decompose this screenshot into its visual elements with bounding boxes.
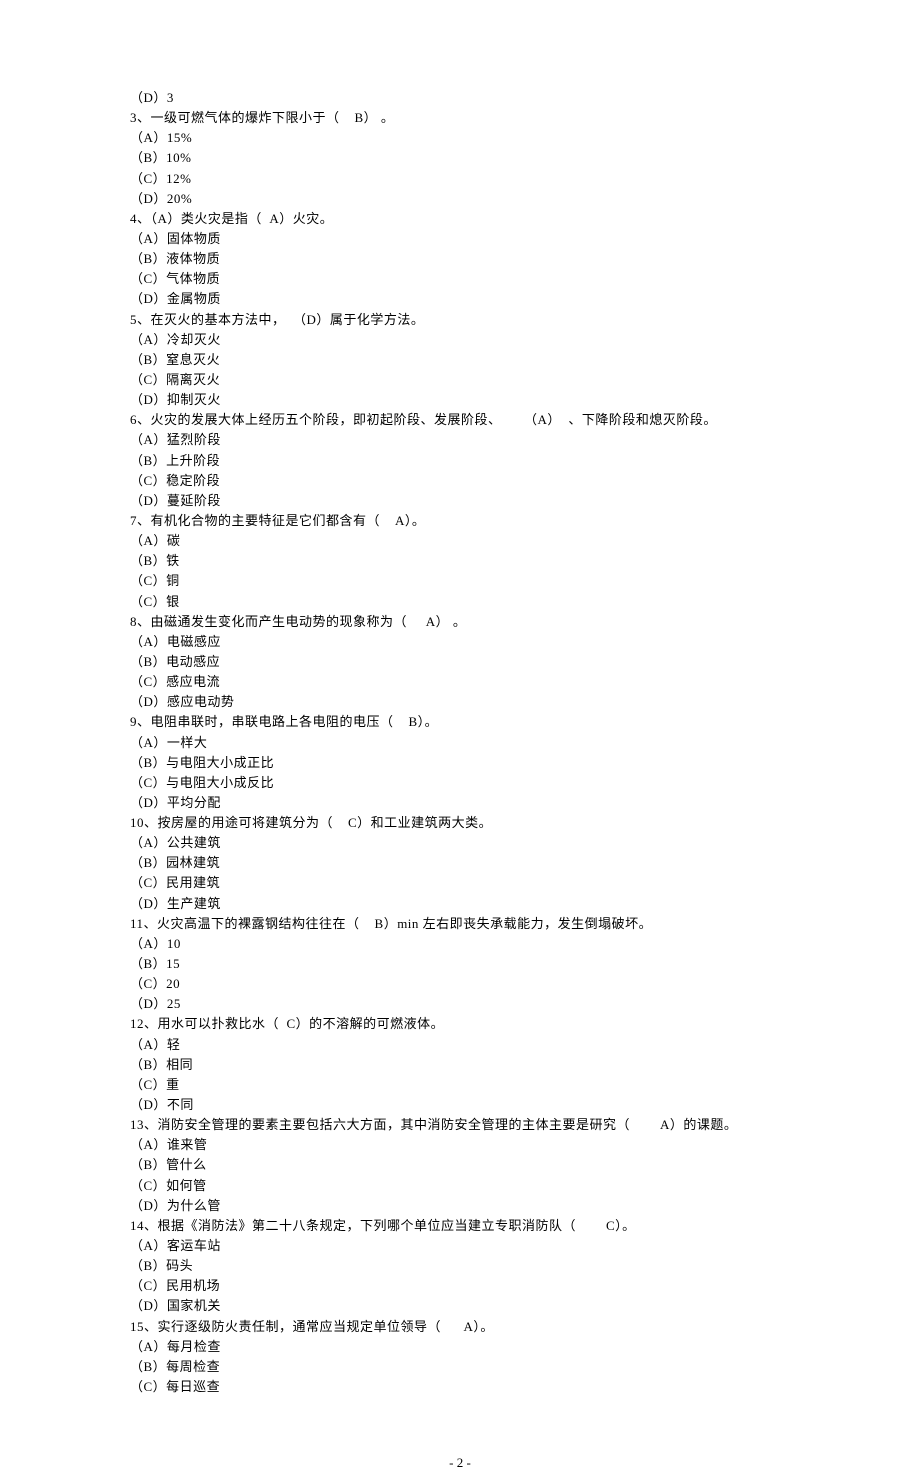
text-line: （D）金属物质 [130,289,790,309]
text-line: （A）一样大 [130,733,790,753]
text-line: （A）每月检查 [130,1337,790,1357]
text-line: （A）公共建筑 [130,833,790,853]
text-line: （C）重 [130,1075,790,1095]
text-line: 13、消防安全管理的要素主要包括六大方面，其中消防安全管理的主体主要是研究（ A… [130,1115,790,1135]
text-line: （B）电动感应 [130,652,790,672]
text-line: （C）铜 [130,571,790,591]
text-line: （B）液体物质 [130,249,790,269]
text-line: 7、有机化合物的主要特征是它们都含有（ A）。 [130,511,790,531]
text-line: （A）碳 [130,531,790,551]
text-line: （D）平均分配 [130,793,790,813]
text-line: 4、（A）类火灾是指（ A）火灾。 [130,209,790,229]
text-line: （C）民用机场 [130,1276,790,1296]
text-line: 9、电阻串联时，串联电路上各电阻的电压（ B）。 [130,712,790,732]
text-line: （C）如何管 [130,1176,790,1196]
text-line: （C）民用建筑 [130,873,790,893]
text-line: 6、火灾的发展大体上经历五个阶段，即初起阶段、发展阶段、 （A） 、下降阶段和熄… [130,410,790,430]
text-line: （D）国家机关 [130,1296,790,1316]
text-line: （C）气体物质 [130,269,790,289]
text-line: （B）园林建筑 [130,853,790,873]
text-line: （C）20 [130,974,790,994]
text-line: （C）12% [130,169,790,189]
text-line: （D）25 [130,994,790,1014]
text-line: （D）不同 [130,1095,790,1115]
text-line: （A）10 [130,934,790,954]
text-line: （B）每周检查 [130,1357,790,1377]
text-line: （C）与电阻大小成反比 [130,773,790,793]
text-line: （B）与电阻大小成正比 [130,753,790,773]
text-line: （D）20% [130,189,790,209]
text-line: 5、在灭火的基本方法中， （D）属于化学方法。 [130,310,790,330]
text-line: （C）每日巡查 [130,1377,790,1397]
text-line: （A）固体物质 [130,229,790,249]
text-line: （B）15 [130,954,790,974]
text-line: （A）轻 [130,1035,790,1055]
text-line: （C）稳定阶段 [130,471,790,491]
text-line: 3、一级可燃气体的爆炸下限小于（ B） 。 [130,108,790,128]
text-line: （B）管什么 [130,1155,790,1175]
text-line: （D）蔓延阶段 [130,491,790,511]
text-line: （A）谁来管 [130,1135,790,1155]
text-line: （B）码头 [130,1256,790,1276]
text-line: 11、火灾高温下的裸露钢结构往往在（ B）min 左右即丧失承载能力，发生倒塌破… [130,914,790,934]
text-line: （B）铁 [130,551,790,571]
text-line: （B）窒息灭火 [130,350,790,370]
text-line: 8、由磁通发生变化而产生电动势的现象称为（ A） 。 [130,612,790,632]
page-number: - 2 - [0,1455,920,1471]
text-line: （D）抑制灭火 [130,390,790,410]
text-line: （B）相同 [130,1055,790,1075]
document-page: （D）33、一级可燃气体的爆炸下限小于（ B） 。（A）15%（B）10%（C）… [0,0,920,1437]
text-line: 10、按房屋的用途可将建筑分为（ C）和工业建筑两大类。 [130,813,790,833]
text-line: 14、根据《消防法》第二十八条规定，下列哪个单位应当建立专职消防队（ C）。 [130,1216,790,1236]
text-line: （D）感应电动势 [130,692,790,712]
text-line: （D）生产建筑 [130,894,790,914]
text-line: 15、实行逐级防火责任制，通常应当规定单位领导（ A）。 [130,1317,790,1337]
text-line: （B）上升阶段 [130,451,790,471]
text-line: （C）感应电流 [130,672,790,692]
text-line: （D）为什么管 [130,1196,790,1216]
text-line: （A）电磁感应 [130,632,790,652]
text-line: （D）3 [130,88,790,108]
text-line: （A）客运车站 [130,1236,790,1256]
text-line: 12、用水可以扑救比水（ C）的不溶解的可燃液体。 [130,1014,790,1034]
text-line: （A）15% [130,128,790,148]
text-line: （B）10% [130,148,790,168]
text-line: （A）冷却灭火 [130,330,790,350]
text-line: （C）隔离灭火 [130,370,790,390]
text-line: （A）猛烈阶段 [130,430,790,450]
text-line: （C）银 [130,592,790,612]
